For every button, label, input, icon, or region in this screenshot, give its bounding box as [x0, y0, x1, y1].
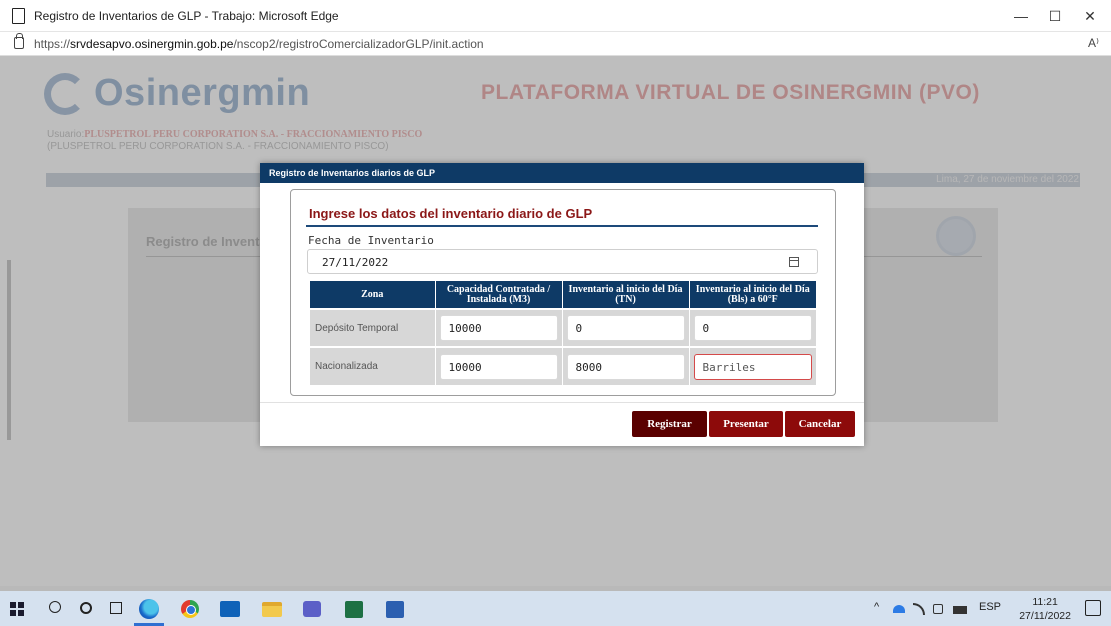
inventario-modal: Registro de Inventarios diarios de GLP I…	[260, 163, 864, 446]
table-row: Depósito Temporal 10000 0 0	[310, 308, 816, 347]
modal-title: Registro de Inventarios diarios de GLP	[269, 168, 436, 178]
teams-icon[interactable]	[303, 601, 321, 617]
fecha-label: Fecha de Inventario	[308, 234, 434, 247]
zona-cell: Nacionalizada	[310, 346, 436, 385]
close-button[interactable]: ✕	[1075, 4, 1105, 28]
file-explorer-icon[interactable]	[262, 602, 282, 617]
capacidad-input[interactable]: 10000	[439, 315, 558, 341]
inventario-tn-input[interactable]: 0	[566, 315, 685, 341]
task-view-icon[interactable]	[110, 602, 122, 614]
inventario-table: Zona Capacidad Contratada / Instalada (M…	[310, 281, 816, 385]
word-icon[interactable]	[386, 601, 404, 618]
search-icon[interactable]	[49, 601, 61, 613]
page-icon	[12, 8, 25, 24]
url-text[interactable]: https://srvdesapvo.osinergmin.gob.pe/nsc…	[34, 37, 484, 51]
column-header-inventario-bls: Inventario al inicio del Día (Bls) a 60°…	[689, 281, 816, 309]
browser-titlebar: Registro de Inventarios de GLP - Trabajo…	[0, 0, 1111, 32]
excel-icon[interactable]	[345, 601, 363, 618]
inventario-bls-cell: Barriles	[689, 346, 816, 385]
column-header-capacidad: Capacidad Contratada / Instalada (M3)	[435, 281, 563, 309]
inventario-bls-cell: 0	[689, 308, 816, 347]
windows-start-icon[interactable]	[10, 602, 24, 616]
notification-icon[interactable]	[1085, 600, 1101, 616]
column-header-inventario-tn: Inventario al inicio del Día (TN)	[562, 281, 690, 309]
clock-time: 11:21	[1032, 596, 1058, 608]
fecha-value[interactable]: 27/11/2022	[322, 256, 388, 269]
chrome-icon[interactable]	[181, 600, 199, 618]
form-title: Ingrese los datos del inventario diario …	[309, 206, 593, 221]
form-box: Ingrese los datos del inventario diario …	[290, 189, 836, 396]
clock[interactable]: 11:21 27/11/2022	[1019, 595, 1071, 623]
language-indicator[interactable]: ESP	[979, 601, 1001, 613]
inventario-tn-input[interactable]: 8000	[566, 353, 685, 380]
inventario-tn-cell: 8000	[562, 346, 690, 385]
capacidad-input[interactable]: 10000	[439, 353, 558, 380]
minimize-button[interactable]: —	[1006, 4, 1036, 28]
read-aloud-icon[interactable]: A⁾	[1088, 36, 1099, 50]
barriles-input[interactable]: Barriles	[693, 353, 812, 380]
lock-icon[interactable]	[14, 33, 24, 49]
window-title: Registro de Inventarios de GLP - Trabajo…	[34, 9, 339, 23]
outlook-icon[interactable]	[220, 601, 240, 617]
inventario-bls-input[interactable]: 0	[693, 315, 812, 341]
clock-date: 27/11/2022	[1019, 610, 1071, 622]
calendar-icon[interactable]	[789, 257, 799, 267]
maximize-button[interactable]: ☐	[1040, 4, 1070, 28]
capacidad-cell: 10000	[435, 308, 563, 347]
battery-icon[interactable]	[953, 606, 967, 614]
cortana-icon[interactable]	[80, 602, 92, 614]
address-bar[interactable]: https://srvdesapvo.osinergmin.gob.pe/nsc…	[0, 32, 1111, 56]
presentar-button[interactable]: Presentar	[709, 411, 783, 437]
fecha-input[interactable]: 27/11/2022	[307, 249, 818, 274]
registrar-button[interactable]: Registrar	[632, 411, 707, 437]
capacidad-cell: 10000	[435, 346, 563, 385]
modal-header: Registro de Inventarios diarios de GLP	[260, 163, 864, 183]
cancelar-button[interactable]: Cancelar	[785, 411, 855, 437]
form-title-underline	[306, 225, 818, 227]
volume-icon[interactable]	[933, 604, 943, 614]
table-header-row: Zona Capacidad Contratada / Instalada (M…	[310, 281, 816, 309]
inventario-tn-cell: 0	[562, 308, 690, 347]
zona-cell: Depósito Temporal	[310, 308, 436, 347]
taskbar: ^ ESP 11:21 27/11/2022	[0, 591, 1111, 626]
modal-footer-divider	[260, 402, 864, 403]
window-edge	[7, 260, 11, 440]
weather-icon[interactable]	[893, 605, 905, 613]
wifi-icon[interactable]	[913, 603, 925, 615]
column-header-zona: Zona	[310, 281, 436, 309]
edge-icon[interactable]	[139, 599, 159, 619]
table-row: Nacionalizada 10000 8000 Barriles	[310, 346, 816, 385]
tray-chevron-icon[interactable]: ^	[874, 601, 879, 613]
